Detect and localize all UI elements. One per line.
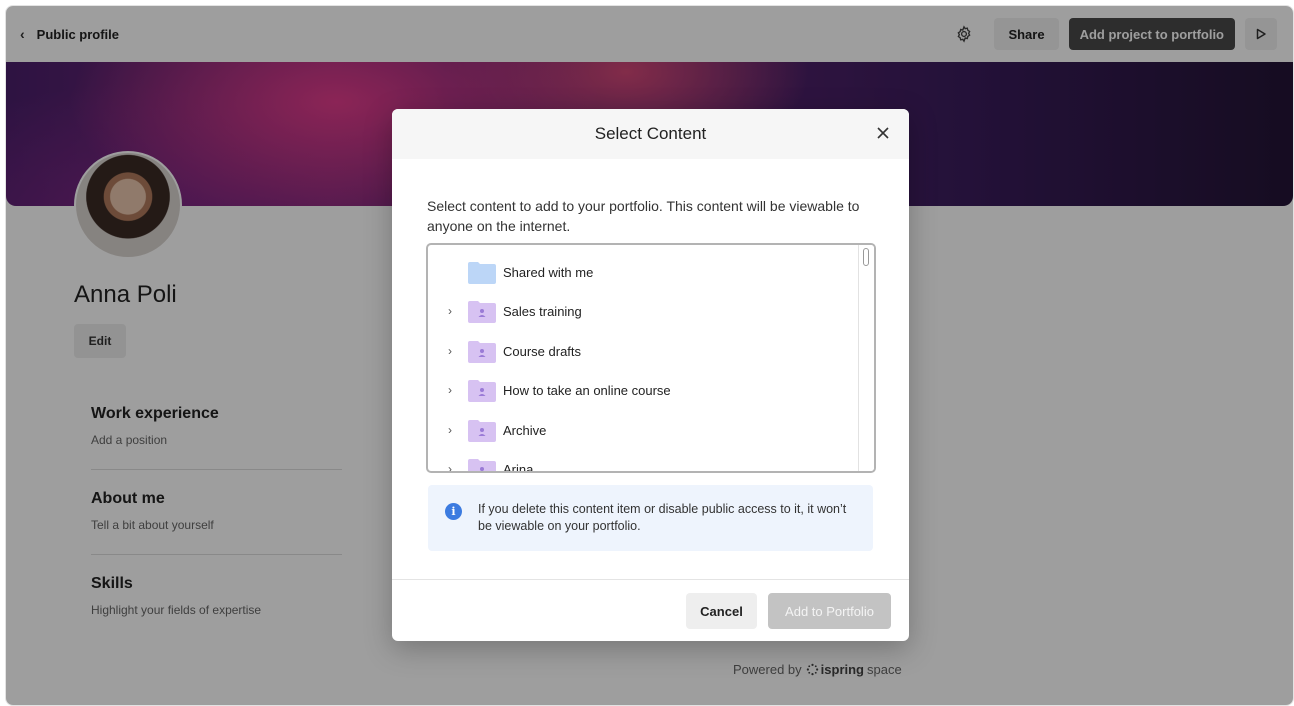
tree-item-label: Course drafts — [503, 343, 582, 359]
tree-item-sales-training[interactable]: › Sales training — [428, 291, 858, 331]
shared-folder-icon — [468, 420, 496, 442]
tree-item-how-to-take-an-online-course[interactable]: › How to take an online course — [428, 370, 858, 410]
tree-item-label: Archive — [503, 422, 547, 438]
shared-folder-icon — [468, 380, 496, 402]
dialog-header: Select Content — [392, 109, 909, 159]
tree-item-label: Shared with me — [503, 264, 594, 280]
shared-folder-icon — [468, 459, 496, 471]
add-to-portfolio-button[interactable]: Add to Portfolio — [768, 593, 891, 629]
tree-item-course-drafts[interactable]: › Course drafts — [428, 331, 858, 371]
app-frame: ‹ Public profile Share Add project to po… — [5, 5, 1294, 706]
dialog-description: Select content to add to your portfolio.… — [427, 198, 860, 234]
chevron-right-icon[interactable]: › — [448, 383, 452, 397]
chevron-right-icon[interactable]: › — [448, 462, 452, 471]
close-icon — [877, 127, 889, 139]
shared-folder-icon — [468, 301, 496, 323]
dialog-title: Select Content — [594, 124, 707, 143]
scrollbar-thumb[interactable] — [863, 248, 869, 266]
shared-folder-icon — [468, 341, 496, 363]
tree-item-label: Sales training — [503, 303, 582, 319]
tree-item-shared-with-me[interactable]: Shared with me — [428, 252, 858, 292]
tree-item-archive[interactable]: › Archive — [428, 410, 858, 450]
tree-scrollbar[interactable] — [858, 245, 874, 471]
select-content-dialog: Select Content Select content to add to … — [392, 109, 909, 641]
close-button[interactable] — [873, 123, 893, 143]
tree-item-label: How to take an online course — [503, 382, 671, 398]
dialog-footer: Cancel Add to Portfolio — [392, 579, 909, 641]
chevron-right-icon[interactable]: › — [448, 423, 452, 437]
notice-text: If you delete this content item or disab… — [478, 502, 847, 533]
tree-item-arina[interactable]: › Arina — [428, 449, 858, 473]
chevron-right-icon[interactable]: › — [448, 304, 452, 318]
tree-item-label: Arina — [503, 461, 534, 473]
content-tree[interactable]: Shared with me › Sales training › Course… — [426, 243, 876, 473]
info-notice: i If you delete this content item or dis… — [428, 485, 873, 551]
chevron-right-icon[interactable]: › — [448, 344, 452, 358]
cancel-button[interactable]: Cancel — [686, 593, 757, 629]
info-icon: i — [445, 503, 462, 520]
folder-icon — [468, 262, 496, 284]
